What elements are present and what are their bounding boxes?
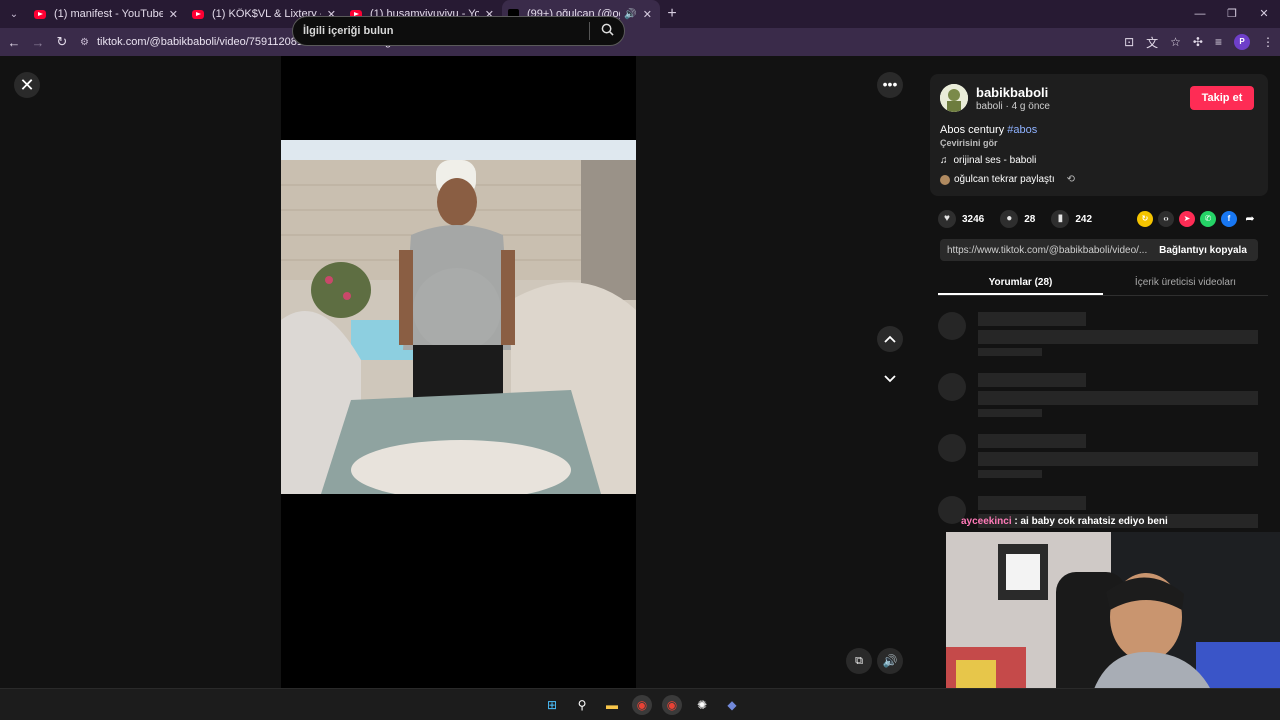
address-bar: ← → ↻ ⚙ tiktok.com/@babikbaboli/video/75… xyxy=(0,28,1280,56)
panel-tabs: Yorumlar (28) İçerik üreticisi videoları xyxy=(938,270,1268,296)
video-player[interactable] xyxy=(281,140,636,494)
comment-skeleton xyxy=(938,312,1258,362)
browser-tabbar: ⌄ (1) manifest - YouTube ✕ (1) KÖK$VL & … xyxy=(0,0,1280,28)
extensions-icon[interactable]: ✣ xyxy=(1193,35,1203,49)
file-explorer-icon[interactable]: ▬ xyxy=(602,695,622,715)
tab-search-chevron-icon[interactable]: ⌄ xyxy=(0,0,28,28)
chevron-down-icon[interactable] xyxy=(877,366,903,392)
install-app-icon[interactable]: ⊡ xyxy=(1124,35,1134,49)
picture-in-picture-icon[interactable]: ⧉ xyxy=(846,648,872,674)
share-icons: ↻ ‹› ➤ ✆ f ➦ xyxy=(1137,211,1258,227)
description-text: Abos century xyxy=(940,124,1008,136)
translate-icon[interactable]: 文 xyxy=(1146,34,1158,51)
media-controls-icon[interactable]: ≡ xyxy=(1215,35,1222,49)
post-description: Abos century #abos xyxy=(940,124,1037,136)
speaker-icon[interactable]: 🔊 xyxy=(624,9,636,20)
copy-link-button[interactable]: Bağlantıyı kopyala xyxy=(1148,245,1258,256)
forward-icon[interactable]: → xyxy=(26,35,50,50)
hashtag-link[interactable]: #abos xyxy=(1007,124,1037,136)
close-tab-icon[interactable]: ✕ xyxy=(169,8,178,21)
back-icon[interactable]: ← xyxy=(2,35,26,50)
bookmark-icon[interactable]: ▮ xyxy=(1051,210,1070,228)
more-options-icon[interactable]: ••• xyxy=(877,72,903,98)
chrome-profile-icon[interactable]: ◉ xyxy=(662,695,682,715)
repost-label: oğulcan tekrar paylaştı xyxy=(954,174,1055,185)
volume-icon[interactable]: 🔊 xyxy=(877,648,903,674)
author-username[interactable]: babikbaboli xyxy=(976,85,1048,100)
comment-count: 28 xyxy=(1024,213,1036,225)
bookmark-star-icon[interactable]: ☆ xyxy=(1170,35,1181,49)
close-window-icon[interactable]: ✕ xyxy=(1248,0,1280,28)
repost-avatar xyxy=(940,174,950,185)
chat-text: : ai baby cok rahatsiz ediyo beni xyxy=(1011,516,1168,527)
browser-menu-icon[interactable]: ⋮ xyxy=(1262,35,1274,49)
search-bar[interactable]: İlgili içeriği bulun xyxy=(292,16,625,46)
browser-tab-1[interactable]: (1) manifest - YouTube ✕ xyxy=(28,0,186,28)
whatsapp-icon[interactable]: ✆ xyxy=(1200,211,1216,227)
tab-comments[interactable]: Yorumlar (28) xyxy=(938,270,1103,295)
music-row[interactable]: ♫ orijinal ses - baboli xyxy=(940,155,1036,166)
share-link-box: https://www.tiktok.com/@babikbaboli/vide… xyxy=(940,239,1258,261)
tab-creator-videos[interactable]: İçerik üreticisi videoları xyxy=(1103,270,1268,295)
repost-row: oğulcan tekrar paylaştı ⟲ xyxy=(940,174,1075,185)
repost-share-icon[interactable]: ↻ xyxy=(1137,211,1153,227)
post-info-card: babikbaboli baboli · 4 g önce Takip et A… xyxy=(930,74,1268,196)
restore-icon[interactable]: ❐ xyxy=(1216,0,1248,28)
video-frame-image xyxy=(281,140,636,494)
reload-icon[interactable]: ↻ xyxy=(50,34,74,50)
windows-taskbar: ⊞ ⚲ ▬ ◉ ◉ ✺ ◆ xyxy=(0,688,1280,720)
youtube-icon xyxy=(192,9,204,19)
comment-skeleton xyxy=(938,434,1258,484)
chrome-icon[interactable]: ◉ xyxy=(632,695,652,715)
close-viewer-button[interactable]: ✕ xyxy=(14,72,40,98)
app-icon[interactable]: ✺ xyxy=(692,695,712,715)
youtube-icon xyxy=(34,9,46,19)
comment-icon[interactable]: ● xyxy=(1000,210,1019,228)
music-label: orijinal ses - baboli xyxy=(953,155,1037,166)
windows-start-icon[interactable]: ⊞ xyxy=(542,695,562,715)
send-icon[interactable]: ➤ xyxy=(1179,211,1195,227)
new-tab-icon[interactable]: + xyxy=(660,5,684,23)
window-controls: — ❐ ✕ xyxy=(1184,0,1280,28)
discord-icon[interactable]: ◆ xyxy=(722,695,742,715)
search-icon[interactable] xyxy=(590,23,624,39)
see-translation-link[interactable]: Çevirisini gör xyxy=(940,138,998,148)
like-count: 3246 xyxy=(962,213,985,225)
repost-icon: ⟲ xyxy=(1066,174,1076,185)
tab-title: (1) manifest - YouTube xyxy=(54,8,163,20)
comment-skeleton xyxy=(938,373,1258,423)
music-note-icon: ♫ xyxy=(940,155,948,166)
follow-button[interactable]: Takip et xyxy=(1190,86,1254,110)
chat-username: ayceekinci xyxy=(961,516,1012,527)
site-info-icon[interactable]: ⚙ xyxy=(80,37,89,48)
close-tab-icon[interactable]: ✕ xyxy=(643,8,652,21)
like-icon[interactable]: ♥ xyxy=(938,210,956,228)
chevron-up-icon[interactable] xyxy=(877,326,903,352)
minimize-icon[interactable]: — xyxy=(1184,0,1216,28)
search-input[interactable]: İlgili içeriği bulun xyxy=(303,25,589,37)
facebook-icon[interactable]: f xyxy=(1221,211,1237,227)
embed-icon[interactable]: ‹› xyxy=(1158,211,1174,227)
share-link-text[interactable]: https://www.tiktok.com/@babikbaboli/vide… xyxy=(940,245,1148,256)
search-icon[interactable]: ⚲ xyxy=(572,695,592,715)
save-count: 242 xyxy=(1075,213,1093,225)
author-subline: baboli · 4 g önce xyxy=(976,101,1050,112)
avatar[interactable] xyxy=(940,84,968,112)
share-arrow-icon[interactable]: ➦ xyxy=(1242,211,1258,227)
engagement-stats: ♥ 3246 ● 28 ▮ 242 xyxy=(938,210,1092,228)
stream-chat-message: ayceekinci : ai baby cok rahatsiz ediyo … xyxy=(961,516,1168,527)
profile-avatar[interactable]: P xyxy=(1234,34,1250,50)
